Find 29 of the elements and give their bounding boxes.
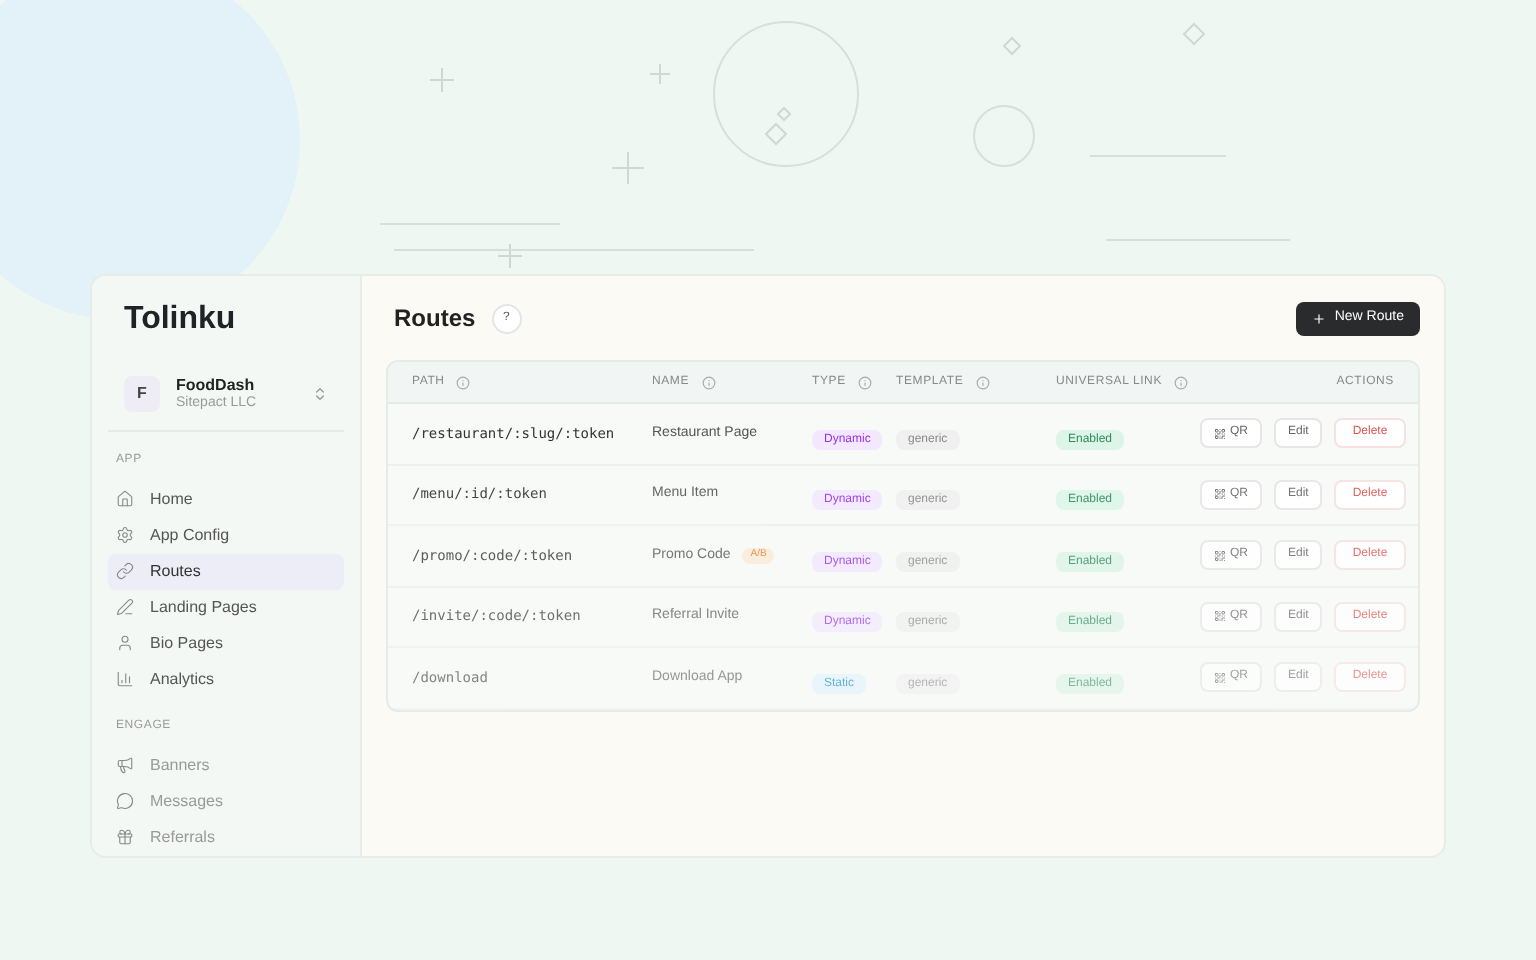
qr-code-icon (1214, 427, 1226, 440)
bar-chart-icon (116, 670, 134, 689)
sidebar-item[interactable]: Referrals (108, 819, 344, 856)
gift-icon (116, 828, 134, 847)
sidebar-item[interactable]: Routes (108, 553, 344, 590)
workspace-avatar: F (124, 376, 160, 413)
sidebar-item[interactable]: Home (108, 481, 344, 518)
chevrons-icon (312, 386, 328, 403)
sidebar-item[interactable]: Bio Pages (108, 625, 344, 662)
home-icon (116, 490, 134, 509)
qr-code-icon (1214, 549, 1226, 562)
sidebar-item[interactable]: Landing Pages (108, 589, 344, 626)
plus-icon (1312, 311, 1327, 325)
sidebar-item[interactable]: App Config (108, 517, 344, 554)
pen-icon (116, 598, 134, 617)
qr-code-icon (1214, 488, 1226, 501)
qr-code-icon (1214, 610, 1226, 623)
page-title: Routes (394, 302, 476, 336)
user-icon (116, 634, 134, 653)
qr-code-icon (1214, 671, 1226, 684)
workspace-name: FoodDash (176, 376, 257, 395)
sidebar-item[interactable]: Messages (108, 783, 344, 820)
sidebar-item[interactable]: Banners (108, 747, 344, 784)
chat-bubble-icon (116, 792, 134, 811)
megaphone-icon (116, 756, 134, 775)
settings-icon (116, 526, 134, 545)
sidebar-item[interactable]: Analytics (108, 661, 344, 698)
brand-logo: Tolinku (122, 300, 238, 340)
link-icon (116, 562, 134, 581)
